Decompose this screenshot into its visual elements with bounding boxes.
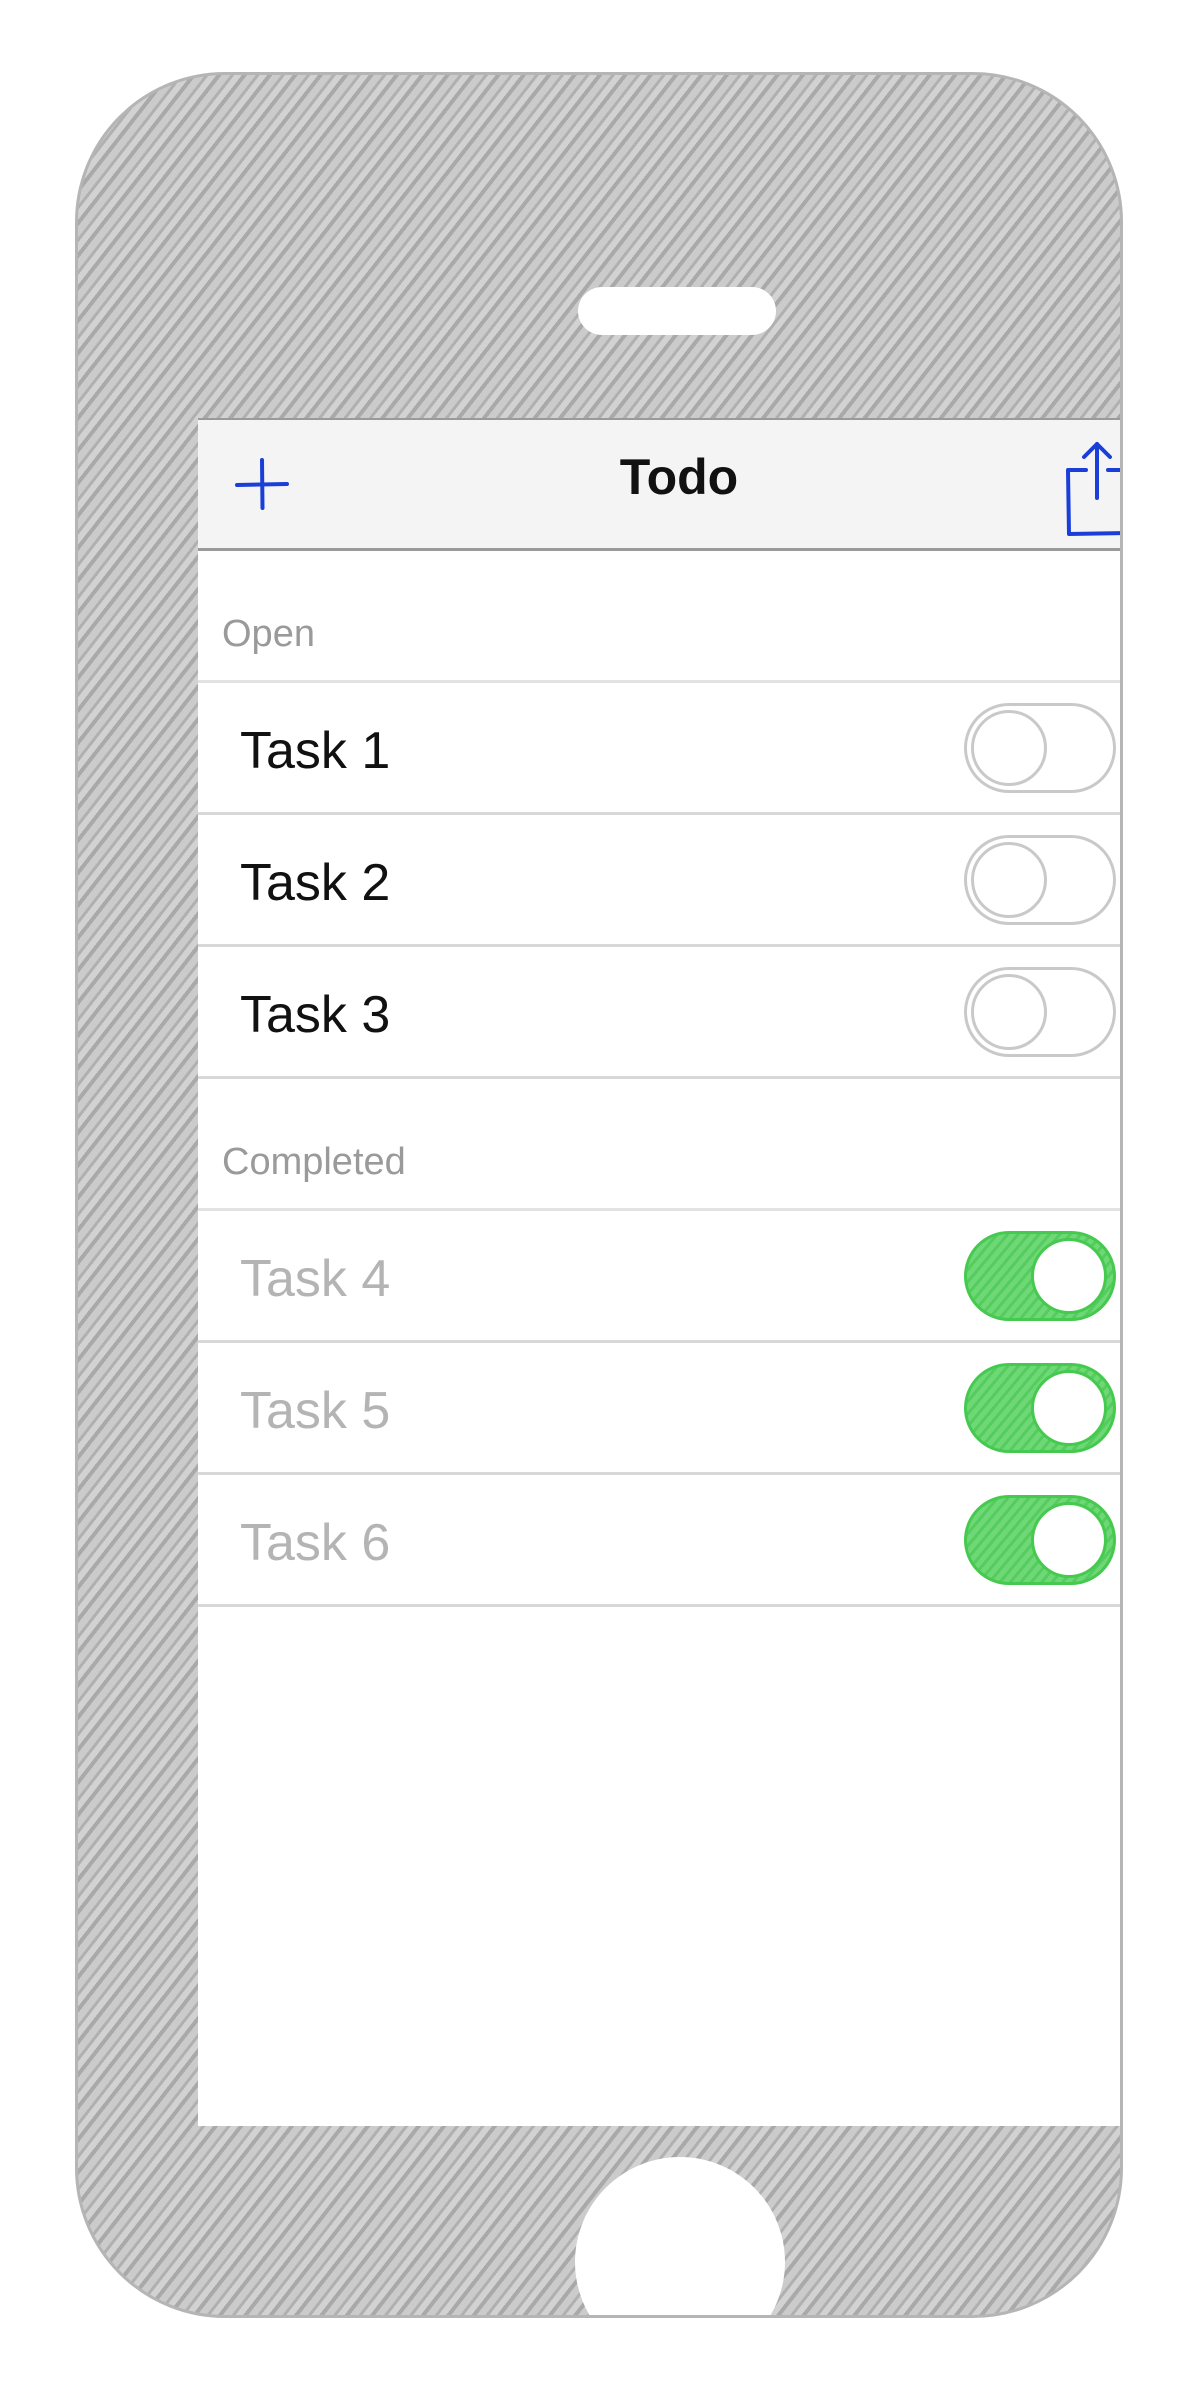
toggle-knob [971, 710, 1047, 786]
phone-frame: Todo Open Task 1 Task 2 Task 3 Completed… [75, 72, 1123, 2318]
toggle-knob [1031, 1370, 1107, 1446]
task-row-6: Task 6 [198, 1475, 1120, 1607]
task-toggle-1[interactable] [964, 703, 1116, 793]
task-toggle-3[interactable] [964, 967, 1116, 1057]
task-label-4: Task 4 [240, 1250, 391, 1308]
task-row-1: Task 1 [198, 683, 1120, 815]
task-toggle-2[interactable] [964, 835, 1116, 925]
home-button[interactable] [575, 2157, 785, 2315]
share-icon [1066, 442, 1120, 536]
task-row-2: Task 2 [198, 815, 1120, 947]
task-label-2: Task 2 [240, 854, 391, 912]
share-button[interactable] [1060, 440, 1120, 540]
toggle-knob [1031, 1238, 1107, 1314]
task-row-5: Task 5 [198, 1343, 1120, 1475]
navigation-bar: Todo [198, 418, 1120, 551]
toggle-knob [971, 842, 1047, 918]
app-screen: Todo Open Task 1 Task 2 Task 3 Completed… [198, 418, 1120, 2126]
toggle-knob [1031, 1502, 1107, 1578]
task-row-4: Task 4 [198, 1211, 1120, 1343]
task-label-1: Task 1 [240, 722, 391, 780]
task-row-3: Task 3 [198, 947, 1120, 1079]
speaker-slot [578, 287, 776, 335]
task-label-6: Task 6 [240, 1514, 391, 1572]
section-header-open: Open [198, 551, 1120, 683]
task-label-3: Task 3 [240, 986, 391, 1044]
task-label-5: Task 5 [240, 1382, 391, 1440]
toggle-knob [971, 974, 1047, 1050]
task-toggle-4[interactable] [964, 1231, 1116, 1321]
section-header-completed: Completed [198, 1079, 1120, 1211]
task-toggle-6[interactable] [964, 1495, 1116, 1585]
section-header-completed-label: Completed [222, 1141, 406, 1183]
section-header-open-label: Open [222, 613, 315, 655]
nav-title: Todo [619, 449, 739, 505]
task-toggle-5[interactable] [964, 1363, 1116, 1453]
